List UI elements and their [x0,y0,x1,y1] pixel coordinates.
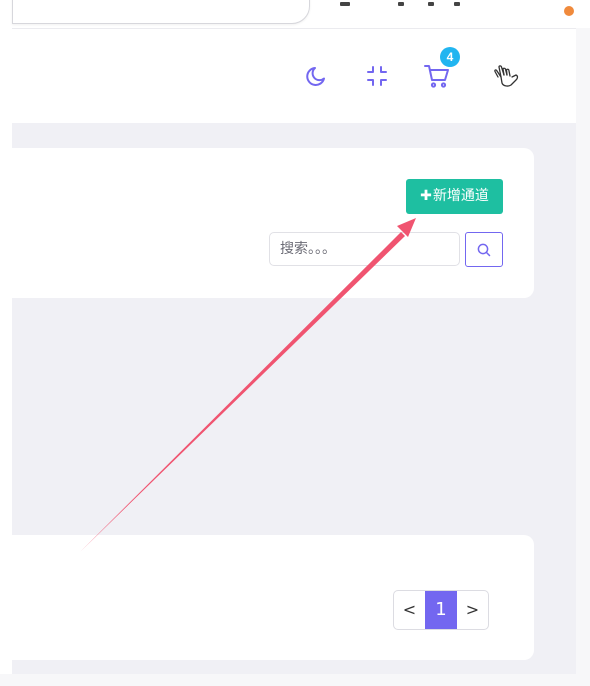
compress-icon[interactable] [364,63,390,89]
address-bar[interactable] [12,0,310,24]
browser-chrome [0,0,590,28]
pagination-page-current[interactable]: 1 [425,591,457,629]
cart-icon[interactable] [423,63,451,89]
toolbar-glyph-icon[interactable] [428,2,434,6]
add-channel-button[interactable]: ✚新增通道 [406,179,503,214]
toolbar-glyph-icon[interactable] [454,2,460,6]
pagination: < 1 > [393,590,489,630]
toolbar-card: ✚新增通道 [12,148,534,298]
page-left-edge [0,28,12,674]
pagination-next-button[interactable]: > [457,591,488,629]
search-button[interactable] [465,232,503,267]
search-input[interactable] [269,232,460,266]
top-navbar: 4 [12,28,576,123]
app-content: 4 ✚新增通道 搜索。。。 < 1 > [12,28,576,674]
plus-icon: ✚ [420,188,432,204]
pagination-prev-button[interactable]: < [394,591,425,629]
toolbar-glyph-icon[interactable] [398,2,404,6]
screenshot-frame: 4 ✚新增通道 搜索。。。 < 1 > [0,0,590,686]
page-bottom-edge [0,674,590,686]
search-icon [477,243,491,256]
hand-icon[interactable] [493,63,521,89]
add-channel-label: 新增通道 [432,188,489,204]
pagination-card: < 1 > [12,535,534,660]
moon-icon[interactable] [304,63,330,89]
toolbar-glyph-icon[interactable] [340,2,350,6]
extension-icon[interactable] [564,6,574,16]
cart-count-badge: 4 [440,47,460,67]
page-right-edge [576,28,590,674]
